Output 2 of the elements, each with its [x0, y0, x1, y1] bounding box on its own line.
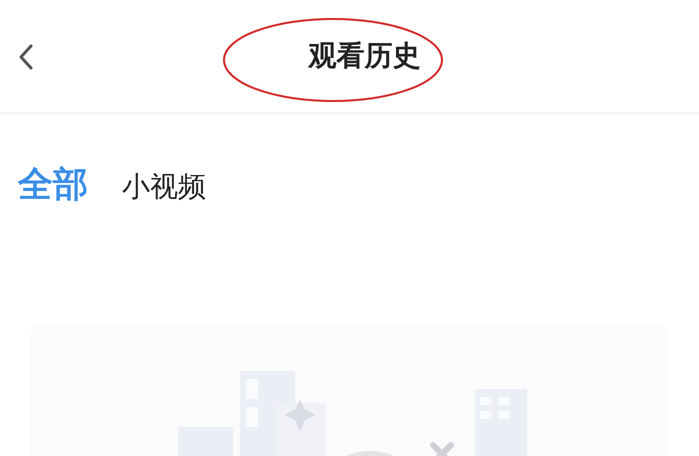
- page-title: 观看历史: [306, 38, 420, 74]
- tab[interactable]: 小视频: [122, 168, 206, 206]
